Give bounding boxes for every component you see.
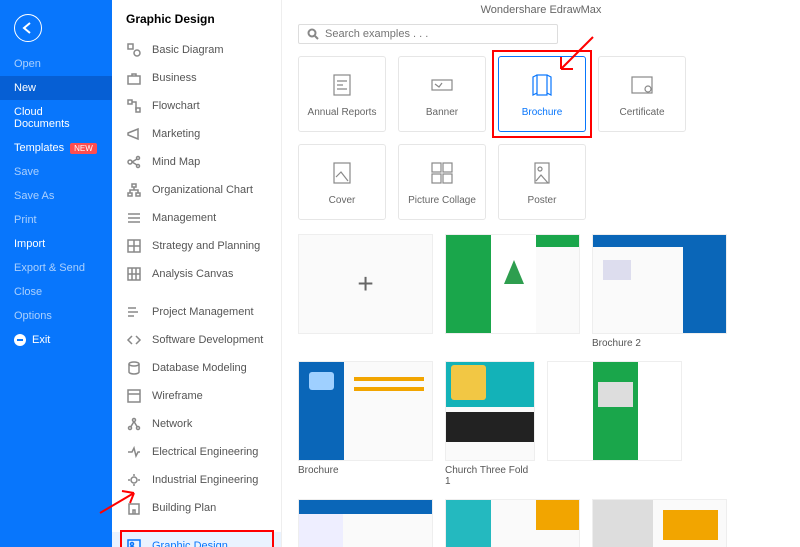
certificate-icon xyxy=(628,71,656,99)
tile-cover[interactable]: Cover xyxy=(298,144,386,220)
cat-database[interactable]: Database Modeling xyxy=(112,354,281,382)
flowchart-icon xyxy=(126,98,142,114)
cat-software-dev[interactable]: Software Development xyxy=(112,326,281,354)
nav-close[interactable]: Close xyxy=(0,280,112,304)
orgchart-icon xyxy=(126,182,142,198)
tile-banner[interactable]: Banner xyxy=(398,56,486,132)
cat-wireframe[interactable]: Wireframe xyxy=(112,382,281,410)
megaphone-icon xyxy=(126,126,142,142)
new-blank-thumb: + xyxy=(298,234,433,334)
template-label: Brochure 2 xyxy=(592,334,727,349)
poster-icon xyxy=(528,159,556,187)
cat-project-mgmt[interactable]: Project Management xyxy=(112,298,281,326)
shapes-icon xyxy=(126,42,142,58)
nav-cloud-documents[interactable]: Cloud Documents xyxy=(0,100,112,136)
nav-print[interactable]: Print xyxy=(0,208,112,232)
tile-annual-reports[interactable]: Annual Reports xyxy=(298,56,386,132)
tile-certificate[interactable]: Certificate xyxy=(598,56,686,132)
template-label: Church Three Fold 1 xyxy=(445,461,535,487)
cat-org-chart[interactable]: Organizational Chart xyxy=(112,176,281,204)
template-thumb xyxy=(298,361,433,461)
template-item[interactable] xyxy=(445,234,580,349)
cat-basic-diagram[interactable]: Basic Diagram xyxy=(112,36,281,64)
cat-network[interactable]: Network xyxy=(112,410,281,438)
cat-industrial[interactable]: Industrial Engineering xyxy=(112,466,281,494)
nav-new[interactable]: New xyxy=(0,76,112,100)
nav-options[interactable]: Options xyxy=(0,304,112,328)
template-item[interactable] xyxy=(547,361,682,487)
cat-graphic-design[interactable]: Graphic Design xyxy=(112,532,281,547)
tile-brochure[interactable]: Brochure xyxy=(498,56,586,132)
nav-exit[interactable]: Exit xyxy=(0,328,112,352)
template-item[interactable]: Brochure xyxy=(298,361,433,487)
template-item[interactable]: Church Three Fold 1 xyxy=(445,361,535,487)
nav-open[interactable]: Open xyxy=(0,52,112,76)
category-title: Graphic Design xyxy=(112,12,281,36)
nav-export-send[interactable]: Export & Send xyxy=(0,256,112,280)
template-thumb xyxy=(298,499,433,547)
template-new-blank[interactable]: + xyxy=(298,234,433,349)
strategy-icon xyxy=(126,238,142,254)
search-box[interactable] xyxy=(298,24,558,44)
main-content: Wondershare EdrawMax Annual Reports Bann… xyxy=(282,0,800,547)
cat-business[interactable]: Business xyxy=(112,64,281,92)
back-button[interactable] xyxy=(14,14,42,42)
brochure-icon xyxy=(528,71,556,99)
app-title: Wondershare EdrawMax xyxy=(282,0,800,20)
network-icon xyxy=(126,416,142,432)
tile-picture-collage[interactable]: Picture Collage xyxy=(398,144,486,220)
cat-management[interactable]: Management xyxy=(112,204,281,232)
template-grid: + Brochure 2 Broc xyxy=(282,234,800,547)
template-thumb xyxy=(547,361,682,461)
nav-save-as[interactable]: Save As xyxy=(0,184,112,208)
wireframe-icon xyxy=(126,388,142,404)
list-icon xyxy=(126,210,142,226)
briefcase-icon xyxy=(126,70,142,86)
cat-mind-map[interactable]: Mind Map xyxy=(112,148,281,176)
arrow-left-icon xyxy=(21,21,35,35)
building-icon xyxy=(126,500,142,516)
template-item[interactable]: Brochure 2 xyxy=(592,234,727,349)
tile-poster[interactable]: Poster xyxy=(498,144,586,220)
template-item[interactable] xyxy=(592,499,727,547)
cat-flowchart[interactable]: Flowchart xyxy=(112,92,281,120)
nav-import[interactable]: Import xyxy=(0,232,112,256)
banner-icon xyxy=(428,71,456,99)
cat-building[interactable]: Building Plan xyxy=(112,494,281,522)
template-thumb xyxy=(592,234,727,334)
category-panel: Graphic Design Basic Diagram Business Fl… xyxy=(112,0,282,547)
search-input[interactable] xyxy=(325,28,549,40)
cat-electrical[interactable]: Electrical Engineering xyxy=(112,438,281,466)
file-menu-sidebar: Open New Cloud Documents TemplatesNEW Sa… xyxy=(0,0,112,547)
type-tile-grid: Annual Reports Banner Brochure Certifica… xyxy=(282,56,800,234)
nav-save[interactable]: Save xyxy=(0,160,112,184)
cover-icon xyxy=(328,159,356,187)
exit-icon xyxy=(14,334,26,346)
gantt-icon xyxy=(126,304,142,320)
code-icon xyxy=(126,332,142,348)
template-item[interactable] xyxy=(445,499,580,547)
template-thumb xyxy=(445,234,580,334)
canvas-icon xyxy=(126,266,142,282)
nav-templates[interactable]: TemplatesNEW xyxy=(0,136,112,160)
design-icon xyxy=(126,538,142,547)
template-thumb xyxy=(445,361,535,461)
electrical-icon xyxy=(126,444,142,460)
database-icon xyxy=(126,360,142,376)
mindmap-icon xyxy=(126,154,142,170)
cat-marketing[interactable]: Marketing xyxy=(112,120,281,148)
cat-analysis[interactable]: Analysis Canvas xyxy=(112,260,281,288)
template-label: Brochure xyxy=(298,461,433,476)
template-thumb xyxy=(445,499,580,547)
search-icon xyxy=(307,28,319,40)
template-item[interactable] xyxy=(298,499,433,547)
cat-strategy[interactable]: Strategy and Planning xyxy=(112,232,281,260)
template-thumb xyxy=(592,499,727,547)
collage-icon xyxy=(428,159,456,187)
gear-icon xyxy=(126,472,142,488)
report-icon xyxy=(328,71,356,99)
